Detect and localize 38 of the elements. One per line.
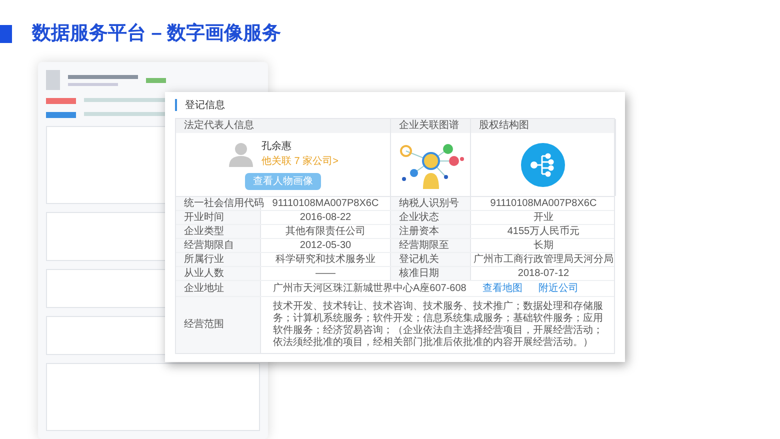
field-label: 企业地址 bbox=[184, 284, 224, 294]
field-label: 纳税人识别号 bbox=[399, 198, 459, 208]
field-value: 科学研究和技术服务业 bbox=[276, 254, 376, 264]
field-value: 2018-07-12 bbox=[518, 268, 570, 278]
field-value: 91110108MA007P8X6C bbox=[490, 198, 597, 208]
person-name: 孔余惠 bbox=[262, 140, 293, 154]
panel-heading: 法定代表人信息 bbox=[184, 121, 254, 131]
related-companies-link[interactable]: 他关联 7 家公司> bbox=[262, 154, 338, 169]
address-value: 广州市天河区珠江新城世界中心A座607-608 bbox=[273, 284, 466, 294]
panel-heading: 企业关联图谱 bbox=[399, 121, 459, 131]
field-label: 核准日期 bbox=[399, 268, 439, 278]
field-value: 其他有限责任公司 bbox=[286, 226, 366, 236]
address-link[interactable]: 附近公司 bbox=[538, 284, 578, 294]
field-value: 4155万人民币元 bbox=[507, 226, 580, 236]
field-label: 开业时间 bbox=[184, 212, 224, 222]
field-value: —— bbox=[316, 268, 336, 278]
field-value: 2012-05-30 bbox=[300, 240, 352, 250]
field-value: 91110108MA007P8X6C bbox=[272, 198, 379, 208]
field-label: 经营期限自 bbox=[184, 240, 234, 250]
panel-heading: 股权结构图 bbox=[479, 121, 529, 131]
field-value: 广州市工商行政管理局天河分局 bbox=[474, 254, 614, 264]
field-label: 经营期限至 bbox=[399, 240, 449, 250]
field-label: 注册资本 bbox=[399, 226, 439, 236]
field-value: 长期 bbox=[534, 240, 554, 250]
address-link[interactable]: 查看地图 bbox=[482, 284, 522, 294]
field-label: 所属行业 bbox=[184, 254, 224, 264]
field-label: 从业人数 bbox=[184, 268, 224, 278]
field-label: 企业类型 bbox=[184, 226, 224, 236]
field-label: 登记机关 bbox=[399, 254, 439, 264]
field-label: 经营范围 bbox=[184, 320, 224, 330]
slide-title: 数据服务平台 – 数字画像服务 bbox=[32, 22, 282, 46]
section-title: 登记信息 bbox=[185, 98, 225, 112]
business-scope-text: 技术开发、技术转让、技术咨询、技术服务、技术推广；数据处理和存储服务；计算机系统服务；软件开发；信息系统集成服务；基础软件服务；应用软件服务；经济贸易咨询；（企业依法自主选择经营项目，开展经营活动；依法须经批准的项目，经相关部门批准后依批准的内容开展经营活动。） bbox=[273, 301, 604, 349]
view-profile-button[interactable]: 查看人物画像 bbox=[245, 173, 321, 190]
field-label: 统一社会信用代码 bbox=[184, 198, 264, 208]
field-label: 企业状态 bbox=[399, 212, 439, 222]
field-value: 2016-08-22 bbox=[300, 212, 352, 222]
field-value: 开业 bbox=[534, 212, 554, 222]
